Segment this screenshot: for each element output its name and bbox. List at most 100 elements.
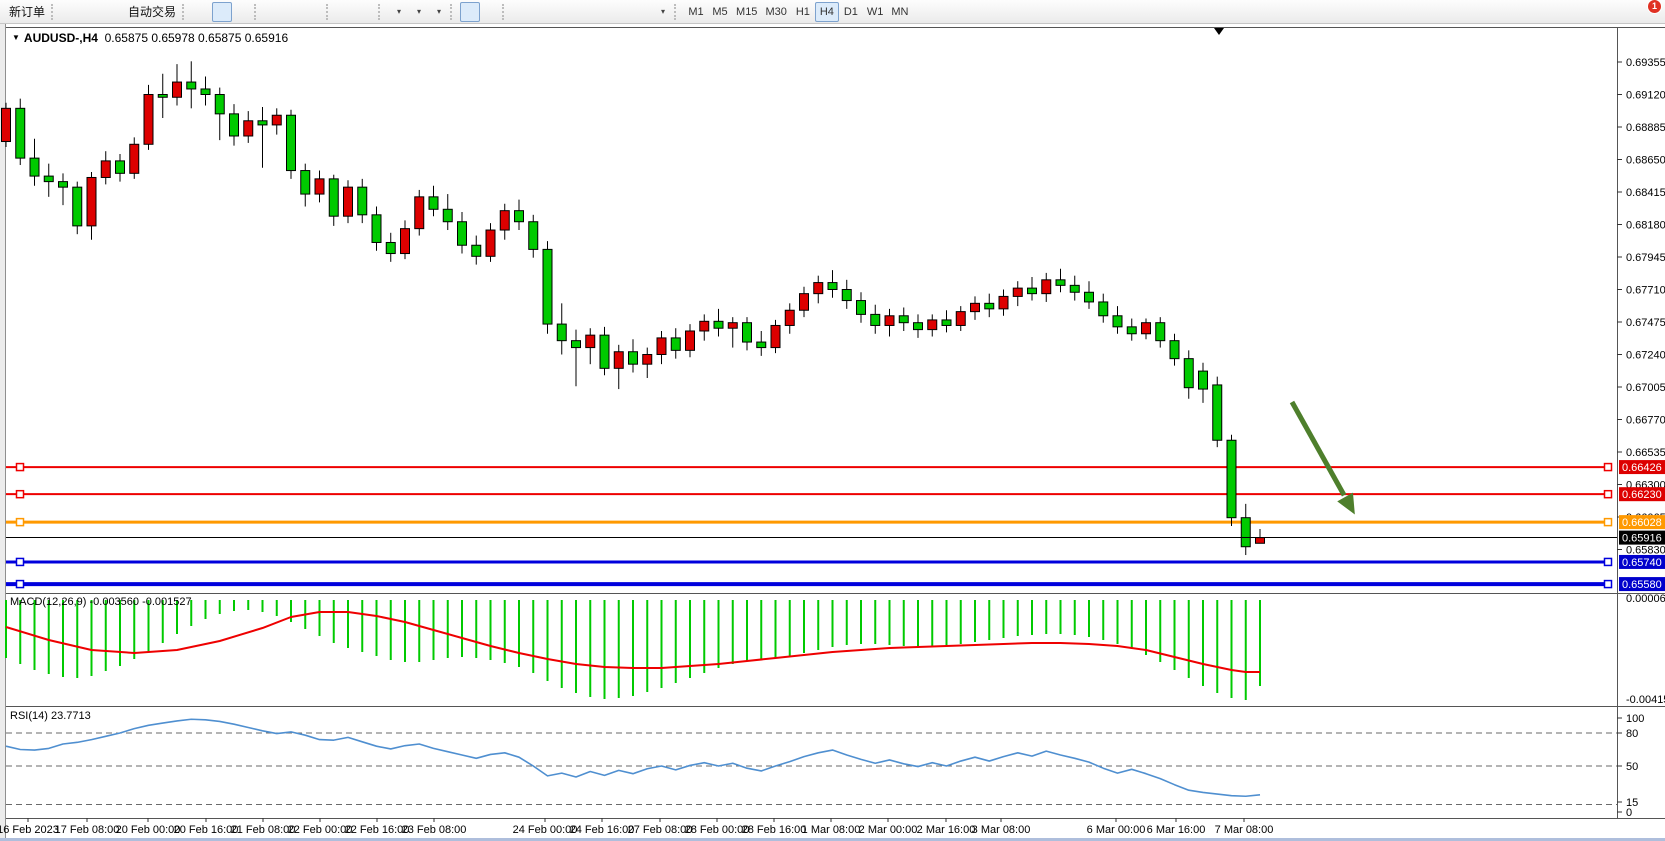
candle [572,341,581,348]
time-label: 24 Feb 16:00 [570,824,635,836]
candle [244,121,253,136]
hline-anchor[interactable] [17,491,24,498]
cursor-button[interactable] [460,2,480,22]
time-label: 7 Mar 08:00 [1215,824,1274,836]
timeframe-M1[interactable]: M1 [684,2,708,22]
candle [2,108,11,141]
horizontal-line-button[interactable] [532,2,552,22]
candle [1156,323,1165,341]
search-button[interactable] [1611,2,1631,22]
svg-text:0.67710: 0.67710 [1626,284,1665,296]
candle [914,323,923,330]
candle [173,82,182,97]
label-button[interactable]: T [632,2,652,22]
svg-text:0.66770: 0.66770 [1626,414,1665,426]
hline-anchor[interactable] [1605,491,1612,498]
svg-text:0.65830: 0.65830 [1626,545,1665,557]
hline-anchor[interactable] [17,581,24,588]
candle [258,121,267,125]
hline-anchor[interactable] [17,519,24,526]
svg-text:0.67945: 0.67945 [1626,252,1665,264]
candle [557,324,566,341]
candle [458,222,467,246]
hline-anchor[interactable] [1605,581,1612,588]
candle [372,215,381,243]
zoom-in-button[interactable] [264,2,284,22]
hline-anchor[interactable] [17,464,24,471]
toolbar-grip[interactable] [674,4,680,20]
rsi-name: RSI(14) [10,710,48,722]
candle [215,94,224,113]
toolbar-grip[interactable] [182,4,188,20]
time-label: 27 Feb 08:00 [628,824,693,836]
timeframe-MN[interactable]: MN [887,2,912,22]
hline-anchor[interactable] [1605,464,1612,471]
timeframe-M30[interactable]: M30 [761,2,790,22]
candle [187,82,196,89]
bar-chart-button[interactable] [192,2,212,22]
quotes-button[interactable] [61,2,81,22]
timeframe-D1[interactable]: D1 [839,2,863,22]
notification-badge: 1 [1647,0,1662,14]
price-badge: 0.65580 [1622,579,1662,591]
timeframe-H1[interactable]: H1 [791,2,815,22]
hline-anchor[interactable] [1605,558,1612,565]
candle [728,323,737,329]
candle [857,301,866,315]
candle [714,321,723,328]
toolbar-grip[interactable] [254,4,260,20]
text-button[interactable]: A [612,2,632,22]
candle [1070,285,1079,292]
add-chart-button[interactable] [388,2,408,22]
template-button[interactable] [428,2,448,22]
timeframe-H4[interactable]: H4 [815,2,839,22]
period-clock-button[interactable] [408,2,428,22]
candle [629,352,638,364]
chat-button[interactable]: 1 [1637,2,1657,22]
timeframe-M5[interactable]: M5 [708,2,732,22]
svg-text:0.68180: 0.68180 [1626,219,1665,231]
crosshair-button[interactable] [480,2,500,22]
chart-canvas[interactable]: 0.693550.691200.688850.686500.684150.681… [0,24,1665,841]
candle [600,335,609,368]
candle [315,179,324,194]
signal-button[interactable] [101,2,121,22]
hline-anchor[interactable] [1605,519,1612,526]
trendline-button[interactable] [552,2,572,22]
timeframe-W1[interactable]: W1 [863,2,888,22]
arrows-button[interactable] [652,2,672,22]
tile-windows-button[interactable] [304,2,324,22]
candle [671,338,680,350]
svg-text:0.69120: 0.69120 [1626,89,1665,101]
line-chart-button[interactable] [232,2,252,22]
symbol-dropdown-icon[interactable]: ▼ [12,33,20,42]
macd-value-signal: -0.001527 [142,596,192,608]
candle [657,338,666,355]
toolbar-grip[interactable] [502,4,508,20]
indicator-up-button[interactable] [336,2,356,22]
indicator-down-button[interactable] [356,2,376,22]
svg-text:100: 100 [1626,713,1644,725]
candle [814,283,823,294]
candlestick-chart-button[interactable] [212,2,232,22]
candle [101,161,110,178]
zoom-out-button[interactable] [284,2,304,22]
vertical-line-button[interactable] [512,2,532,22]
hline-anchor[interactable] [17,558,24,565]
candle [700,321,709,331]
market-watch-button[interactable] [81,2,101,22]
toolbar-grip[interactable] [378,4,384,20]
svg-text:0.67475: 0.67475 [1626,317,1665,329]
timeframe-M15[interactable]: M15 [732,2,761,22]
channel-button[interactable]: E [572,2,592,22]
fibonacci-button[interactable]: F [592,2,612,22]
symbol-label: AUDUSD-,H4 [24,31,98,45]
toolbar-grip[interactable] [450,4,456,20]
autotrade-button[interactable]: 自动交易 [121,2,180,22]
candle [785,310,794,325]
candle [999,296,1008,308]
candle [928,320,937,330]
new-order-button[interactable]: 新订单 [2,2,49,22]
toolbar-grip[interactable] [326,4,332,20]
toolbar-grip[interactable] [51,4,57,20]
